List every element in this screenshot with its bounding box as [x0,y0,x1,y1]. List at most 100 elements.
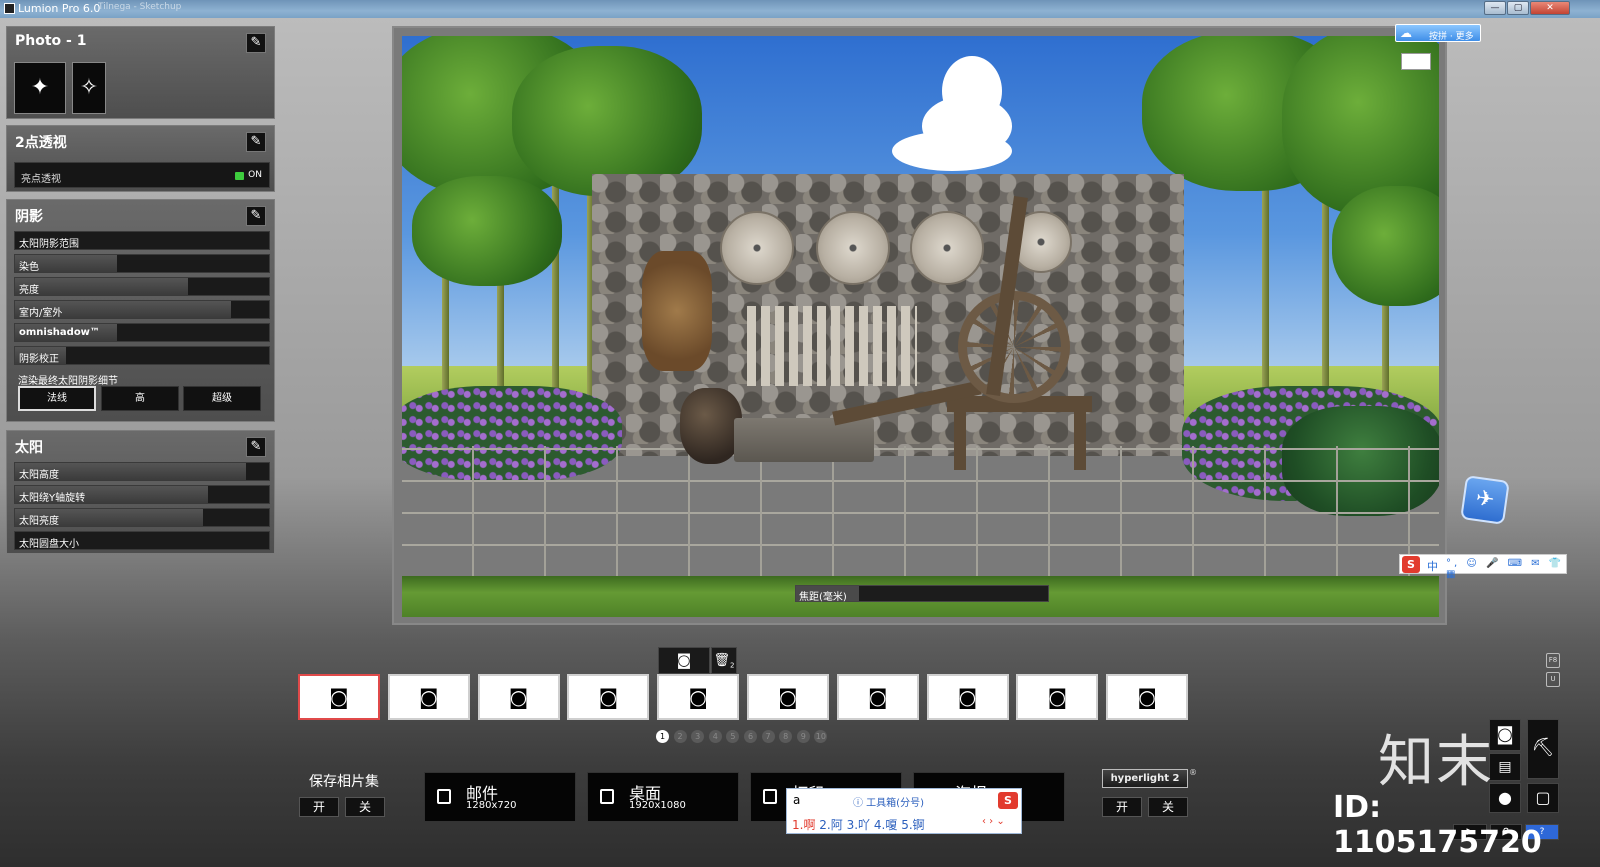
photo-slot[interactable]: ◙ [926,674,1009,720]
watermark-id: ID: 1105175720 [1333,790,1542,860]
hyperlight-on-button[interactable]: 开 [1102,797,1142,817]
slider-sun-rotation[interactable]: 太阳绕Y轴旋转 [14,485,270,504]
ime-candidate[interactable]: 4.嗄 [874,818,897,832]
maximize-button[interactable]: ▢ [1507,1,1529,15]
ime-page-nav[interactable]: ‹ › ⌄ [982,816,1005,827]
save-album-off-button[interactable]: 关 [345,797,385,817]
photo-slot[interactable]: ◙ [836,674,919,720]
ime-candidate[interactable]: 1.啊 [792,818,815,832]
sun-wrench-icon[interactable]: ✎ [246,437,266,457]
page-dot[interactable]: 2 [673,730,687,743]
page-dot[interactable]: 5 [726,730,740,743]
bamboo-canopy [412,176,562,286]
slider-indoor-outdoor[interactable]: 室内/室外 [14,300,270,319]
render-viewport[interactable]: 焦距(毫米) [392,26,1447,625]
cloud-upload-button[interactable]: ☁ 按拼 · 更多 [1395,24,1481,42]
walk-mode-icon[interactable]: ⛏ [1527,719,1559,779]
wooden-fence [747,306,917,386]
slider-brightness[interactable]: 亮度 [14,277,270,296]
page-dot[interactable]: 1 [656,730,669,743]
two-point-wrench-icon[interactable]: ✎ [246,132,266,152]
app-icon [4,3,15,14]
two-point-toggle[interactable]: 亮点透视 ON [14,162,270,188]
page-dot[interactable]: 6 [744,730,757,743]
blank-widget[interactable] [1401,53,1431,70]
photo-slot[interactable]: ◙ [747,674,829,720]
trash-icon[interactable]: 🗑2 [711,647,737,674]
watermark-logo: 知末 [1378,730,1494,795]
ime-language[interactable]: 中 [1427,558,1438,574]
close-button[interactable]: ✕ [1530,1,1570,15]
quality-normal-button[interactable]: 法线 [18,386,96,411]
millstone [816,211,890,285]
shadow-wrench-icon[interactable]: ✎ [246,206,266,226]
wooden-leg [1074,408,1086,470]
camera-icon[interactable]: ◙ [658,647,710,674]
clay-pot [680,388,742,464]
floppy-icon [763,789,777,804]
ime-candidate-window[interactable]: a ⓘ 工具箱(分号) S 1.啊 2.阿 3.吖 4.嗄 5.锕 ‹ › ⌄ [786,788,1022,834]
slider-shadow-correction[interactable]: 阴影校正 [14,346,270,365]
ime-toolbox-hint[interactable]: ⓘ 工具箱(分号) [853,794,924,809]
ime-status-bar[interactable]: S 中 °, ☺ 🎤 ⌨ ✉ 👕 ▦ [1399,554,1567,580]
focal-length-slider[interactable]: 焦距(毫米) [795,585,1049,603]
photo-slot[interactable]: ◙ [1016,674,1099,720]
photo-slot[interactable]: ◙ [387,674,470,720]
sogou-logo-icon: S [1402,556,1420,573]
window-title: Lumion Pro 6.0 [18,2,101,15]
save-album-on-button[interactable]: 开 [299,797,339,817]
minimize-button[interactable]: — [1484,1,1506,15]
f8-key[interactable]: F8 [1546,653,1560,668]
page-dot[interactable]: 8 [779,730,793,743]
quality-high-button[interactable]: 高 [101,386,179,411]
bamboo-canopy [1332,186,1439,306]
straw-raincoat [642,251,712,371]
ime-candidate[interactable]: 5.锕 [901,818,924,832]
hyperlight-logo: hyperlight 2 [1102,769,1188,788]
photo-panel: Photo - 1 ✎ ✦ ✧ [6,26,275,119]
toggle-state: ON [248,170,262,180]
sogou-logo-icon: S [998,792,1018,809]
wooden-leg [954,408,966,470]
quality-super-button[interactable]: 超级 [183,386,261,411]
bird-icon[interactable]: ✈ [1460,475,1510,525]
ime-toolbar-icons[interactable]: °, ☺ 🎤 ⌨ ✉ 👕 ▦ [1446,558,1566,580]
slider-sun-shadow-range[interactable]: 太阳阴影范围 [14,231,270,250]
ime-candidate[interactable]: 3.吖 [847,818,870,832]
photo-slot[interactable]: ◙ [657,674,740,720]
slider-label: 太阳亮度 [19,516,59,527]
slider-sun-disc-size[interactable]: 太阳圆盘大小 [14,531,270,550]
ime-candidate-list: 1.啊 2.阿 3.吖 4.嗄 5.锕 [792,816,925,833]
photo-slot[interactable]: ◙ [1106,674,1189,720]
slider-fill [15,278,188,295]
photo-slot[interactable]: ◙ [567,674,650,720]
u-key[interactable]: U [1546,672,1560,687]
floppy-icon [600,789,614,804]
photo-slot[interactable]: ◙ [477,674,560,720]
cloud-upload-label: 按拼 · 更多 [1429,32,1474,42]
page-dot[interactable]: 7 [761,730,775,743]
photo-wrench-icon[interactable]: ✎ [246,33,266,53]
save-album-label: 保存相片集 [309,774,379,790]
cloud [892,131,1012,171]
slider-sun-brightness[interactable]: 太阳亮度 [14,508,270,527]
render-email-button[interactable]: 邮件 1280x720 [424,772,576,822]
page-dot[interactable]: 3 [691,730,705,743]
photo-slot[interactable]: ◙ [298,674,380,720]
ime-candidate[interactable]: 2.阿 [819,818,842,832]
slider-tint[interactable]: 染色 [14,254,270,273]
sparkle-stars-icon[interactable]: ✦ [14,62,66,114]
photo-panel-title: Photo - 1 [15,33,87,49]
slider-omnishadow[interactable]: omnishadow™ [14,323,270,342]
slider-label: 太阳圆盘大小 [19,539,79,550]
page-dot[interactable]: 4 [708,730,722,743]
slider-sun-height[interactable]: 太阳高度 [14,462,270,481]
person-stars-icon[interactable]: ✧ [72,62,106,114]
render-desktop-button[interactable]: 桌面 1920x1080 [587,772,739,822]
hyperlight-off-button[interactable]: 关 [1148,797,1188,817]
page-dot[interactable]: 10 [814,730,828,743]
stone-paving [402,446,1439,576]
window-titlebar: Lumion Pro 6.0 Tilnega - Sketchup — ▢ ✕ [0,0,1600,18]
millstone [720,211,794,285]
page-dot[interactable]: 9 [796,730,810,743]
